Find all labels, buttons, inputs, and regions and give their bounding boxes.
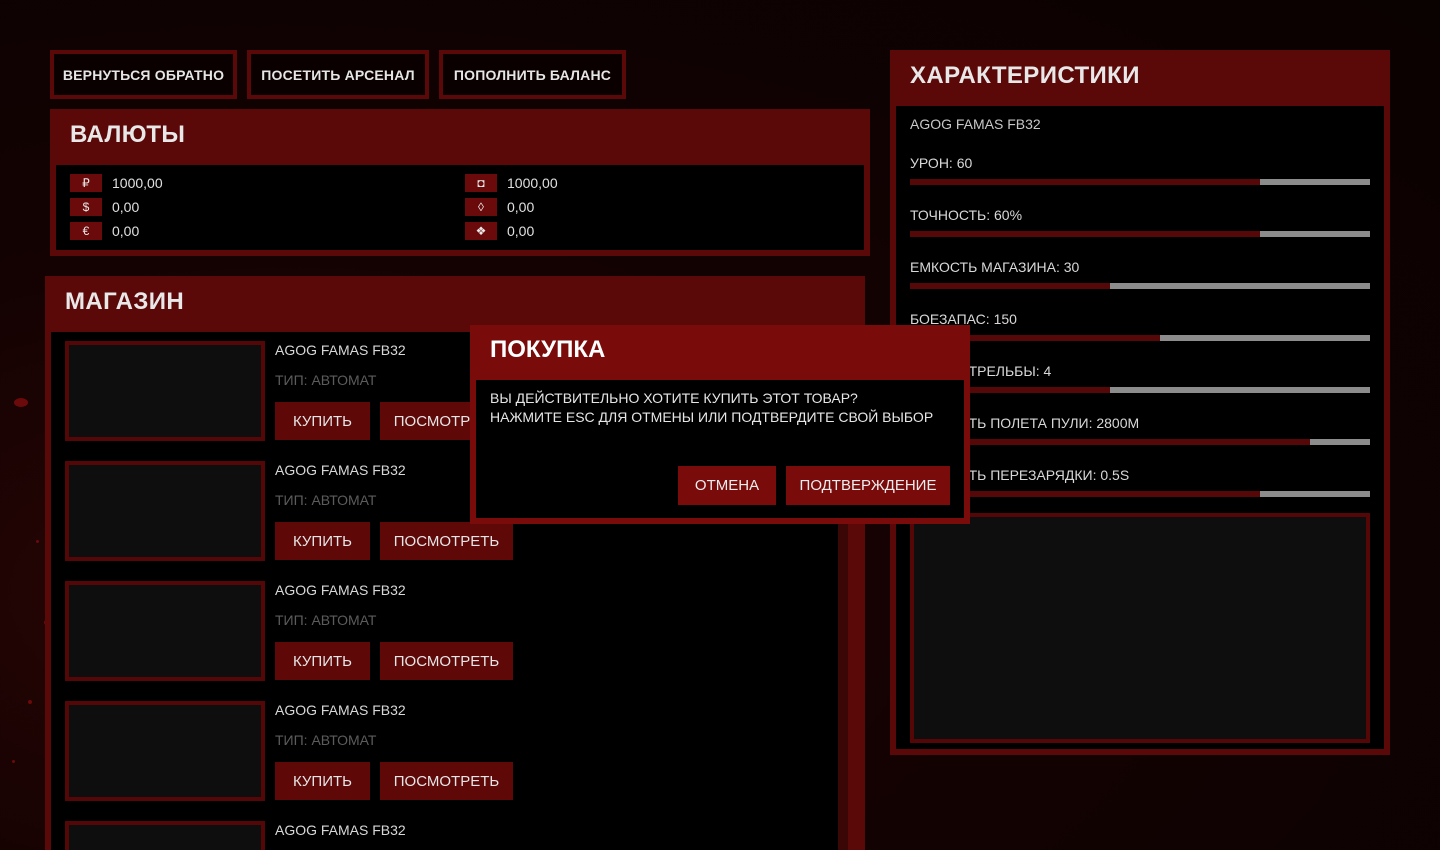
background-speck [36, 540, 39, 543]
item-type: ТИП: АВТОМАТ [275, 492, 377, 508]
currency-value: 0,00 [507, 223, 535, 239]
stat-bar-fill [910, 231, 1260, 237]
currency-value: 0,00 [112, 199, 140, 215]
currency-value: 1000,00 [112, 175, 163, 191]
stat-bar [910, 439, 1370, 445]
stat-bar-fill [910, 439, 1311, 445]
visit-arsenal-button[interactable]: ПОСЕТИТЬ АРСЕНАЛ [247, 50, 429, 99]
buy-button[interactable]: КУПИТЬ [275, 402, 370, 440]
gem-currency-icon: ❖ [465, 222, 497, 240]
currencies-list [56, 165, 864, 250]
stats-weapon-name: AGOG FAMAS FB32 [910, 116, 1041, 132]
diamond-currency-icon: ◊ [465, 198, 497, 216]
square-currency-icon: ◘ [465, 174, 497, 192]
currency-row: $ 0,00 [70, 198, 139, 216]
euro-icon: € [70, 222, 102, 240]
top-up-balance-label: ПОПОЛНИТЬ БАЛАНС [453, 66, 612, 83]
dollar-icon: $ [70, 198, 102, 216]
item-name: AGOG FAMAS FB32 [275, 822, 406, 838]
stat-bar [910, 283, 1370, 289]
stat-bar [910, 335, 1370, 341]
modal-message: ВЫ ДЕЙСТВИТЕЛЬНО ХОТИТЕ КУПИТЬ ЭТОТ ТОВА… [490, 389, 933, 427]
currencies-panel: ВАЛЮТЫ [50, 109, 870, 256]
stat-bar [910, 231, 1370, 237]
currency-value: 0,00 [112, 223, 140, 239]
item-thumbnail [65, 341, 265, 441]
item-thumbnail [65, 821, 265, 850]
stat-label: ТОЧНОСТЬ: 60% [910, 207, 1023, 223]
visit-arsenal-label: ПОСЕТИТЬ АРСЕНАЛ [261, 66, 415, 83]
currency-row: ₽ 1000,00 [70, 174, 163, 192]
background-speck [12, 760, 15, 763]
view-button[interactable]: ПОСМОТРЕТЬ [380, 762, 513, 800]
item-thumbnail [65, 701, 265, 801]
background-speck [14, 398, 28, 407]
view-button[interactable]: ПОСМОТРЕТЬ [380, 642, 513, 680]
modal-title: ПОКУПКА [490, 336, 606, 363]
stat-bar [910, 491, 1370, 497]
buy-button[interactable]: КУПИТЬ [275, 522, 370, 560]
view-button[interactable]: ПОСМОТРЕТЬ [380, 522, 513, 560]
back-button-label: ВЕРНУТЬСЯ ОБРАТНО [62, 66, 225, 83]
item-name: AGOG FAMAS FB32 [275, 462, 406, 478]
stat-label: УРОН: 60 [910, 155, 973, 171]
item-name: AGOG FAMAS FB32 [275, 582, 406, 598]
weapon-preview [910, 513, 1370, 743]
item-thumbnail [65, 581, 265, 681]
currency-value: 1000,00 [507, 175, 558, 191]
item-type: ТИП: АВТОМАТ [275, 372, 377, 388]
cancel-button[interactable]: ОТМЕНА [678, 466, 776, 505]
item-type: ТИП: АВТОМАТ [275, 612, 377, 628]
stat-bar [910, 179, 1370, 185]
confirm-button[interactable]: ПОДТВЕРЖДЕНИЕ [786, 466, 950, 505]
item-name: AGOG FAMAS FB32 [275, 342, 406, 358]
shop-title: МАГАЗИН [65, 288, 185, 315]
currency-row: ◘ 1000,00 [465, 174, 558, 192]
stat-bar-fill [910, 283, 1111, 289]
stats-title: ХАРАКТЕРИСТИКИ [910, 62, 1140, 89]
stat-label: ЕМКОСТЬ МАГАЗИНА: 30 [910, 259, 1080, 275]
item-thumbnail [65, 461, 265, 561]
currency-row: € 0,00 [70, 222, 139, 240]
back-button[interactable]: ВЕРНУТЬСЯ ОБРАТНО [50, 50, 237, 99]
top-up-balance-button[interactable]: ПОПОЛНИТЬ БАЛАНС [439, 50, 626, 99]
buy-button[interactable]: КУПИТЬ [275, 762, 370, 800]
buy-button[interactable]: КУПИТЬ [275, 642, 370, 680]
currency-value: 0,00 [507, 199, 535, 215]
item-type: ТИП: АВТОМАТ [275, 732, 377, 748]
stat-bar-fill [910, 179, 1260, 185]
currency-row: ❖ 0,00 [465, 222, 534, 240]
item-name: AGOG FAMAS FB32 [275, 702, 406, 718]
modal-message-line: ВЫ ДЕЙСТВИТЕЛЬНО ХОТИТЕ КУПИТЬ ЭТОТ ТОВА… [490, 390, 858, 406]
modal-message-line: НАЖМИТЕ ESC ДЛЯ ОТМЕНЫ ИЛИ ПОДТВЕРДИТЕ С… [490, 409, 934, 425]
currency-row: ◊ 0,00 [465, 198, 534, 216]
stat-bar [910, 387, 1370, 393]
ruble-icon: ₽ [70, 174, 102, 192]
background-speck [28, 700, 32, 704]
currencies-title: ВАЛЮТЫ [70, 121, 186, 148]
